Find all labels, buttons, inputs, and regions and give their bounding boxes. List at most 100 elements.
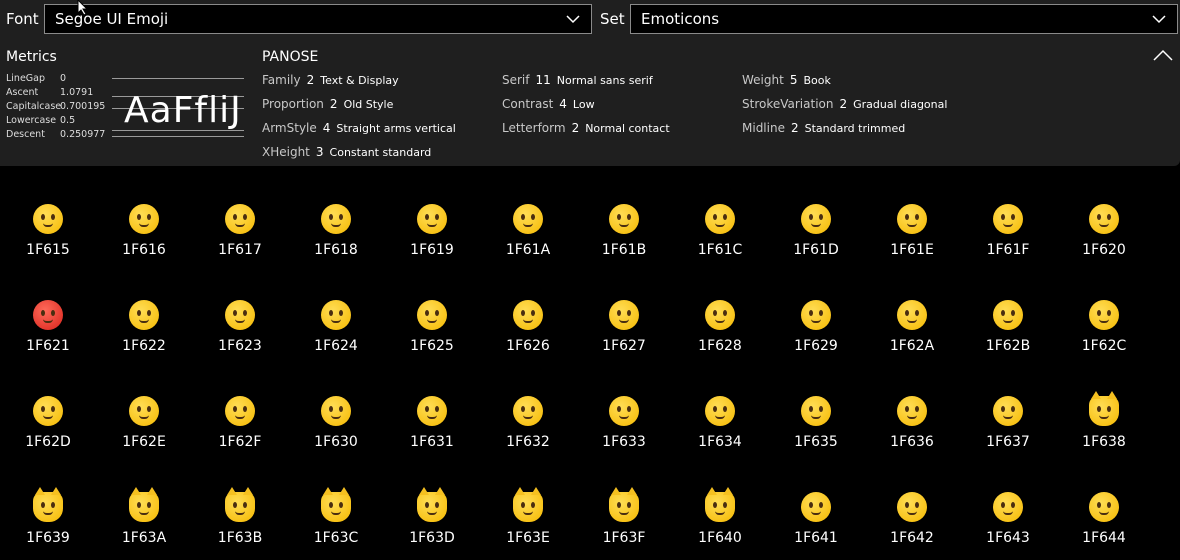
- glyph-cell[interactable]: 1F629: [768, 262, 864, 358]
- glyph-cell[interactable]: 1F635: [768, 358, 864, 454]
- panose-item: Midline 2 Standard trimmed: [742, 121, 905, 135]
- glyph-code: 1F61C: [697, 242, 743, 258]
- glyph-cell[interactable]: 1F61A: [480, 166, 576, 262]
- panose-name: Serif: [502, 73, 530, 87]
- face-emoji-icon: [801, 300, 831, 330]
- face-emoji-icon: [513, 300, 543, 330]
- face-emoji-icon: [513, 396, 543, 426]
- font-info-panel: Metrics LineGap 0 Ascent 1.0791 Capitalcase0…: [0, 38, 1180, 166]
- set-dropdown-value: Emoticons: [641, 10, 720, 28]
- glyph-cell[interactable]: 1F623: [192, 262, 288, 358]
- glyph-cell[interactable]: 1F641: [768, 454, 864, 550]
- glyph-cell[interactable]: 1F62B: [960, 262, 1056, 358]
- glyph-code: 1F616: [122, 242, 166, 258]
- glyph-cell[interactable]: 1F62D: [0, 358, 96, 454]
- glyph-cell[interactable]: 1F624: [288, 262, 384, 358]
- panose-description: Low: [572, 98, 595, 111]
- glyph-code: 1F642: [890, 530, 934, 546]
- glyph-cell[interactable]: 1F626: [480, 262, 576, 358]
- glyph-cell[interactable]: 1F628: [672, 262, 768, 358]
- glyph-cell[interactable]: 1F63A: [96, 454, 192, 550]
- sample-text: AaFfliJ: [124, 90, 242, 131]
- glyph-cell[interactable]: 1F638: [1056, 358, 1152, 454]
- glyph-cell[interactable]: 1F640: [672, 454, 768, 550]
- glyph-code: 1F636: [890, 434, 934, 450]
- descent-line: [112, 136, 244, 137]
- glyph-cell[interactable]: 1F61B: [576, 166, 672, 262]
- glyph-cell[interactable]: 1F639: [0, 454, 96, 550]
- glyph-cell[interactable]: 1F625: [384, 262, 480, 358]
- chevron-up-icon[interactable]: [1152, 48, 1174, 62]
- cat-face-emoji-icon: [417, 487, 447, 522]
- glyph-cell[interactable]: 1F62A: [864, 262, 960, 358]
- glyph-code: 1F62A: [889, 338, 935, 354]
- face-emoji-icon: [33, 300, 63, 330]
- glyph-code: 1F638: [1082, 434, 1126, 450]
- metric-value: 0.5: [60, 115, 76, 126]
- glyph-cell[interactable]: 1F621: [0, 262, 96, 358]
- glyph-cell[interactable]: 1F637: [960, 358, 1056, 454]
- cat-face-emoji-icon: [129, 487, 159, 522]
- face-emoji-icon: [705, 204, 735, 234]
- panose-item: Contrast 4 Low: [502, 97, 595, 111]
- glyph-cell[interactable]: 1F63C: [288, 454, 384, 550]
- face-emoji-icon: [225, 204, 255, 234]
- glyph-cell[interactable]: 1F63B: [192, 454, 288, 550]
- glyph-cell[interactable]: 1F620: [1056, 166, 1152, 262]
- glyph-cell[interactable]: 1F61D: [768, 166, 864, 262]
- glyph-cell[interactable]: 1F642: [864, 454, 960, 550]
- glyph-code: 1F62F: [218, 434, 262, 450]
- glyph-cell[interactable]: 1F630: [288, 358, 384, 454]
- panose-number: 2: [306, 73, 315, 87]
- font-dropdown-value: Segoe UI Emoji: [55, 10, 169, 28]
- glyph-code: 1F61F: [986, 242, 1030, 258]
- glyph-cell[interactable]: 1F616: [96, 166, 192, 262]
- glyph-cell[interactable]: 1F644: [1056, 454, 1152, 550]
- glyph-cell[interactable]: 1F63D: [384, 454, 480, 550]
- font-dropdown[interactable]: Segoe UI Emoji: [44, 4, 592, 34]
- set-label: Set: [600, 10, 625, 28]
- glyph-code: 1F617: [218, 242, 262, 258]
- glyph-cell[interactable]: 1F63F: [576, 454, 672, 550]
- glyph-cell[interactable]: 1F622: [96, 262, 192, 358]
- glyph-cell[interactable]: 1F61F: [960, 166, 1056, 262]
- panose-number: 4: [322, 121, 331, 135]
- panose-description: Straight arms vertical: [336, 122, 456, 135]
- glyph-cell[interactable]: 1F63E: [480, 454, 576, 550]
- glyph-cell[interactable]: 1F61E: [864, 166, 960, 262]
- panose-item: Proportion 2 Old Style: [262, 97, 393, 111]
- face-emoji-icon: [705, 300, 735, 330]
- glyph-cell[interactable]: 1F617: [192, 166, 288, 262]
- glyph-code: 1F618: [314, 242, 358, 258]
- glyph-cell[interactable]: 1F636: [864, 358, 960, 454]
- panose-description: Normal contact: [585, 122, 670, 135]
- panose-number: 2: [839, 97, 848, 111]
- glyph-cell[interactable]: 1F643: [960, 454, 1056, 550]
- glyph-cell[interactable]: 1F633: [576, 358, 672, 454]
- glyph-cell[interactable]: 1F61C: [672, 166, 768, 262]
- glyph-code: 1F631: [410, 434, 454, 450]
- glyph-cell[interactable]: 1F627: [576, 262, 672, 358]
- glyph-cell[interactable]: 1F62E: [96, 358, 192, 454]
- cat-face-emoji-icon: [705, 487, 735, 522]
- glyph-code: 1F63D: [409, 530, 455, 546]
- set-dropdown[interactable]: Emoticons: [630, 4, 1178, 34]
- face-emoji-icon: [801, 204, 831, 234]
- glyph-cell[interactable]: 1F634: [672, 358, 768, 454]
- panose-item: Weight 5 Book: [742, 73, 831, 87]
- glyph-cell[interactable]: 1F62F: [192, 358, 288, 454]
- glyph-cell[interactable]: 1F615: [0, 166, 96, 262]
- panose-description: Text & Display: [320, 74, 399, 87]
- glyph-cell[interactable]: 1F632: [480, 358, 576, 454]
- cat-face-emoji-icon: [1089, 391, 1119, 426]
- metric-value: 0: [60, 73, 67, 84]
- glyph-cell[interactable]: 1F631: [384, 358, 480, 454]
- glyph-cell[interactable]: 1F618: [288, 166, 384, 262]
- face-emoji-icon: [513, 204, 543, 234]
- glyph-code: 1F627: [602, 338, 646, 354]
- metric-row: Descent 0.250977: [6, 129, 105, 140]
- glyph-cell[interactable]: 1F62C: [1056, 262, 1152, 358]
- glyph-cell[interactable]: 1F619: [384, 166, 480, 262]
- panose-item: XHeight 3 Constant standard: [262, 145, 431, 159]
- glyph-code: 1F62C: [1081, 338, 1127, 354]
